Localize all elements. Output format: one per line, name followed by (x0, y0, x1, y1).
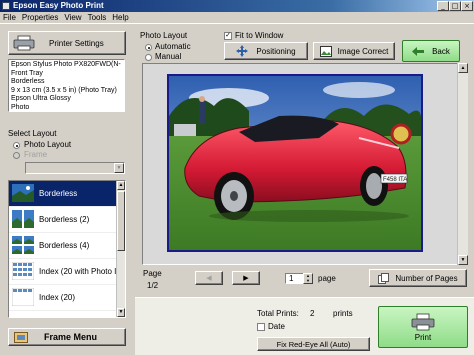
menu-file[interactable]: File (0, 12, 19, 24)
page-label: Page (143, 269, 162, 278)
layout-item-index-20[interactable]: Index (20) (9, 285, 125, 311)
frame-menu-label: Frame Menu (44, 332, 98, 342)
photo-preview[interactable]: F458 ITA (167, 74, 423, 252)
layout-item-label: Borderless (39, 189, 78, 198)
fix-red-eye-label: Fix Red-Eye All (Auto) (276, 339, 351, 349)
fix-red-eye-button[interactable]: Fix Red-Eye All (Auto) (257, 337, 370, 351)
license-plate-text: F458 ITA (383, 177, 407, 183)
frame-option-label: Frame (24, 150, 48, 159)
page-value: 1/2 (147, 281, 159, 290)
back-label: Back (432, 46, 450, 56)
total-prints-value: 2 (310, 309, 315, 318)
pages-icon (378, 272, 390, 284)
layout-item-borderless[interactable]: Borderless (9, 181, 125, 207)
image-correct-label: Image Correct (337, 46, 389, 56)
window-title: Epson Easy Photo Print (13, 1, 104, 10)
layout-item-borderless-4[interactable]: Borderless (4) (9, 233, 125, 259)
positioning-button[interactable]: Positioning (224, 42, 308, 60)
back-arrow-icon (412, 46, 425, 56)
image-correct-icon (319, 45, 332, 57)
date-checkbox[interactable] (257, 323, 265, 331)
scroll-down-icon[interactable]: ▼ (117, 308, 125, 317)
layout-list: Borderless Borderless (2) Borderless (4)… (8, 180, 126, 318)
scroll-up-icon[interactable]: ▲ (458, 63, 468, 73)
frame-radio[interactable] (13, 152, 20, 159)
printer-icon (411, 313, 435, 330)
printer-info-box: Epson Stylus Photo PX820FWD(N- Front Tra… (8, 59, 125, 112)
chevron-down-icon[interactable]: ▼ (114, 163, 124, 173)
move-arrows-icon (236, 45, 249, 57)
app-icon (2, 2, 10, 10)
menu-help[interactable]: Help (109, 12, 131, 24)
preview-scrollbar[interactable]: ▲ ▼ (457, 63, 468, 265)
previous-page-button[interactable]: ◀ (195, 271, 223, 285)
menu-view[interactable]: View (61, 12, 84, 24)
index-thumbnail-icon (12, 288, 34, 306)
image-correct-button[interactable]: Image Correct (313, 42, 395, 60)
fit-to-window-checkbox[interactable]: ✓ (224, 32, 232, 40)
manual-label: Manual (155, 52, 182, 61)
next-page-button[interactable]: ▶ (232, 271, 260, 285)
scroll-thumb[interactable] (117, 191, 125, 251)
automatic-label: Automatic (155, 42, 191, 51)
printer-icon (13, 35, 35, 51)
date-label: Date (268, 322, 285, 331)
printer-info-line: Front Tray (11, 69, 43, 77)
layout-list-scrollbar[interactable]: ▲ ▼ (116, 181, 125, 317)
printer-settings-button[interactable]: Printer Settings (8, 31, 126, 55)
printer-settings-label: Printer Settings (49, 38, 104, 48)
maximize-button[interactable]: □ (449, 1, 461, 11)
layout-item-label: Borderless (2) (39, 215, 90, 224)
print-button[interactable]: Print (378, 306, 468, 348)
borderless-4-thumbnail-icon (12, 236, 34, 254)
layout-item-borderless-2[interactable]: Borderless (2) (9, 207, 125, 233)
fit-to-window-label: Fit to Window (235, 31, 284, 40)
menu-tools[interactable]: Tools (85, 12, 110, 24)
title-bar: Epson Easy Photo Print _ □ × (0, 0, 474, 12)
car-photo-image: F458 ITA (169, 76, 421, 250)
total-prints-label: Total Prints: (257, 309, 299, 318)
automatic-radio[interactable] (145, 44, 152, 51)
photo-layout-label: Photo Layout (140, 31, 188, 40)
minimize-button[interactable]: _ (437, 1, 449, 11)
page-suffix-label: page (318, 274, 336, 283)
layout-item-label: Index (20) (39, 293, 76, 302)
layout-item-label: Borderless (4) (39, 241, 90, 250)
index-thumbnail-icon (12, 262, 34, 280)
frame-select[interactable]: ▼ (25, 162, 125, 174)
arrow-left-icon: ◀ (206, 275, 212, 282)
photo-layout-option-label: Photo Layout (24, 140, 72, 149)
layout-item-index-20-photo-info[interactable]: Index (20 with Photo Info (9, 259, 125, 285)
number-of-pages-button[interactable]: Number of Pages (369, 269, 467, 287)
printer-info-line: Epson Stylus Photo PX820FWD(N- (11, 61, 121, 68)
menu-bar: File Properties View Tools Help (0, 12, 474, 24)
positioning-label: Positioning (256, 46, 296, 56)
printer-info-line: Borderless (11, 78, 45, 85)
arrow-right-icon: ▶ (243, 275, 249, 282)
frame-menu-button[interactable]: Frame Menu (8, 328, 126, 346)
print-label: Print (414, 332, 432, 342)
borderless-thumbnail-icon (12, 184, 34, 202)
select-layout-label: Select Layout (8, 129, 57, 138)
printer-info-line: Photo (11, 103, 30, 111)
menu-properties[interactable]: Properties (19, 12, 61, 24)
manual-radio[interactable] (145, 54, 152, 61)
close-button[interactable]: × (461, 1, 473, 11)
scroll-up-icon[interactable]: ▲ (117, 181, 125, 190)
printer-info-line: 9 x 13 cm (3.5 x 5 in) (Photo Tray) (11, 86, 117, 94)
back-button[interactable]: Back (402, 40, 460, 62)
page-spinner[interactable]: ▲ ▼ (303, 273, 313, 284)
frame-icon (14, 331, 28, 343)
prints-unit-label: prints (333, 309, 353, 318)
borderless-2-thumbnail-icon (12, 210, 34, 228)
scroll-down-icon[interactable]: ▼ (458, 255, 468, 265)
photo-layout-radio[interactable] (13, 142, 20, 149)
printer-info-line: Epson Ultra Glossy (11, 95, 71, 102)
number-of-pages-label: Number of Pages (395, 273, 458, 283)
layout-item-label: Index (20 with Photo Info (39, 267, 126, 276)
